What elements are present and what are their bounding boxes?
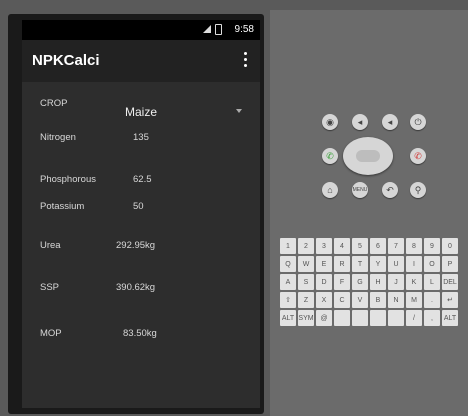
keyboard-key[interactable]: Y [370,256,386,272]
keyboard-key[interactable]: H [370,274,386,290]
keyboard-key[interactable]: 9 [424,238,440,254]
home-icon[interactable]: ⌂ [322,182,338,198]
keyboard-row: A S D F G H J K L DEL [280,274,464,290]
keyboard-key[interactable]: T [352,256,368,272]
keyboard-key[interactable] [388,310,404,326]
nitrogen-value: 135 [133,132,149,143]
keyboard-key[interactable]: ALT [442,310,458,326]
potassium-label: Potassium [40,201,85,212]
keyboard-key[interactable]: R [334,256,350,272]
keyboard-key[interactable]: DEL [442,274,458,290]
keyboard-key[interactable]: , [424,310,440,326]
camera-icon[interactable]: ◉ [322,114,338,130]
keyboard-key[interactable]: E [316,256,332,272]
keyboard-key[interactable]: D [316,274,332,290]
keyboard-key[interactable]: A [280,274,296,290]
phosphorous-value: 62.5 [133,174,152,185]
keyboard-key[interactable]: K [406,274,422,290]
keyboard-key[interactable]: 4 [334,238,350,254]
keyboard-key[interactable]: S [298,274,314,290]
keyboard-key[interactable]: ↵ [442,292,458,308]
volume-up-icon[interactable]: ◂ [382,114,398,130]
keyboard-key[interactable]: ⇧ [280,292,296,308]
urea-label: Urea [40,240,61,251]
keyboard-key[interactable]: Z [298,292,314,308]
keyboard-key[interactable]: M [406,292,422,308]
keyboard-row: ⇧ Z X C V B N M. ↵ [280,292,464,308]
keyboard-key[interactable]: 1 [280,238,296,254]
keyboard-key[interactable]: P [442,256,458,272]
keyboard-key[interactable]: 7 [388,238,404,254]
nitrogen-label: Nitrogen [40,132,76,143]
mop-value: 83.50kg [123,328,157,339]
power-icon[interactable]: ⏻ [410,114,426,130]
keyboard-key[interactable]: 5 [352,238,368,254]
keyboard-key[interactable]: L [424,274,440,290]
keyboard-key[interactable]: ALT [280,310,296,326]
dropdown-arrow-icon[interactable] [236,109,242,113]
keyboard-key[interactable]: . [424,292,440,308]
keyboard-key[interactable] [370,310,386,326]
ssp-value: 390.62kg [116,282,156,293]
end-call-icon[interactable]: ✆ [410,148,426,164]
urea-value: 292.95kg [116,240,156,251]
keyboard-key[interactable]: F [334,274,350,290]
battery-icon [215,24,222,35]
menu-button[interactable]: MENU [352,182,368,198]
call-icon[interactable]: ✆ [322,148,338,164]
keyboard-key[interactable]: V [352,292,368,308]
keyboard-row: 1234567890 [280,238,464,254]
search-icon[interactable]: ⚲ [410,182,426,198]
status-bar: 9:58 [22,20,260,40]
keyboard-key[interactable]: W [298,256,314,272]
keyboard-key[interactable]: J [388,274,404,290]
potassium-value: 50 [133,201,144,212]
keyboard-key[interactable]: 6 [370,238,386,254]
keyboard-key[interactable]: 0 [442,238,458,254]
overflow-menu-icon[interactable] [244,52,248,68]
keyboard-key[interactable]: @ [316,310,332,326]
keyboard-key[interactable]: 2 [298,238,314,254]
keyboard-row: QWERTYUIOP [280,256,464,272]
keyboard-row: ALT SYM @ /, ALT [280,310,464,326]
device-screen: 9:58 NPKCalci CROP Maize Nitrogen 135 Ph… [22,20,260,408]
status-time: 9:58 [234,24,254,35]
dpad-center[interactable] [356,150,380,162]
emulator-keyboard: 1 2 3 4 5 6 7 8 9 0 Q W E R T Y U I O P A S D F G H J K L DEL ⇧ Z X C V B N M… [280,238,464,328]
keyboard-key[interactable]: G [352,274,368,290]
keyboard-key[interactable]: 8 [406,238,422,254]
keyboard-key[interactable]: B [370,292,386,308]
keyboard-key[interactable]: SYM [298,310,314,326]
keyboard-key[interactable]: N [388,292,404,308]
action-bar: NPKCalci [22,40,260,82]
keyboard-key[interactable] [352,310,368,326]
keyboard-key[interactable]: / [406,310,422,326]
keyboard-key[interactable]: I [406,256,422,272]
keyboard-key[interactable]: C [334,292,350,308]
keyboard-key[interactable] [334,310,350,326]
crop-label: CROP [40,98,68,109]
signal-icon [203,25,211,33]
keyboard-key[interactable]: X [316,292,332,308]
keyboard-key[interactable]: 3 [316,238,332,254]
emulator-controls: ◉ ◂ ◂ ⏻ ✆ ✆ ⌂ MENU ↶ ⚲ 1234567890QWERTYU… [270,10,468,416]
back-icon[interactable]: ↶ [382,182,398,198]
dpad[interactable] [343,137,393,175]
mop-label: MOP [40,328,62,339]
crop-spinner-value[interactable]: Maize [125,105,157,119]
phosphorous-label: Phosphorous [40,174,96,185]
keyboard-key[interactable]: Q [280,256,296,272]
ssp-label: SSP [40,282,60,293]
keyboard-key[interactable]: U [388,256,404,272]
keyboard-key[interactable]: O [424,256,440,272]
volume-down-icon[interactable]: ◂ [352,114,368,130]
app-title: NPKCalci [32,52,100,69]
